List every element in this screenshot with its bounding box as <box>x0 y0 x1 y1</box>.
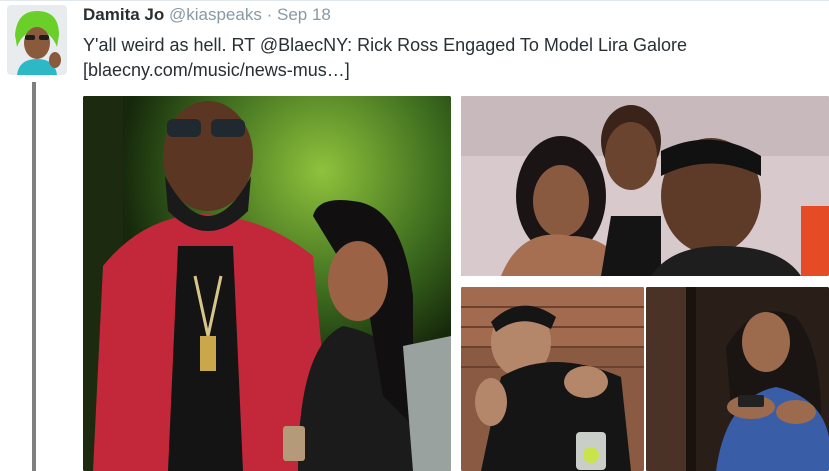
thread-connector-line <box>32 82 36 471</box>
photo-bottom-right-image <box>646 287 829 471</box>
tweet-top-divider <box>0 0 829 1</box>
photo-bottom-left-image <box>461 287 644 471</box>
user-handle[interactable]: @kiaspeaks <box>169 5 262 24</box>
media-photo-bottom-left[interactable] <box>461 287 644 471</box>
tweet-text: Y'all weird as hell. RT @BlaecNY: Rick R… <box>83 33 823 83</box>
user-avatar[interactable] <box>7 5 67 75</box>
tweet-link[interactable]: [blaecny.com/music/news-mus…] <box>83 58 823 83</box>
avatar-image <box>7 5 67 75</box>
media-photo-top-right[interactable] <box>461 96 829 276</box>
photo-top-right-image <box>461 96 829 276</box>
meta-separator: · <box>266 5 273 24</box>
tweet-header: Damita Jo @kiaspeaks · Sep 18 <box>83 5 331 25</box>
media-photo-bottom-right[interactable] <box>646 287 829 471</box>
media-photo-main[interactable] <box>83 96 451 471</box>
photo-main-image <box>83 96 451 471</box>
tweet-timestamp[interactable]: Sep 18 <box>277 5 331 24</box>
display-name[interactable]: Damita Jo <box>83 5 164 24</box>
tweet-text-line-1: Y'all weird as hell. RT @BlaecNY: Rick R… <box>83 35 687 55</box>
